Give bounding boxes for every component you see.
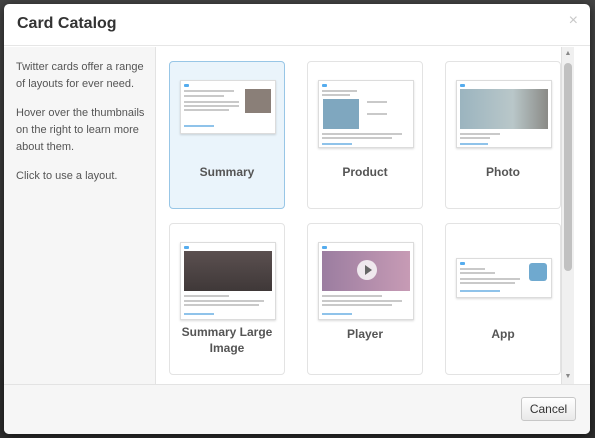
card-photo[interactable]: Photo <box>445 61 561 209</box>
card-summary-large-image[interactable]: Summary Large Image <box>169 223 285 375</box>
sidebar-hover-hint: Hover over the thumbnails on the right t… <box>16 107 145 153</box>
card-catalog-modal: Card Catalog × Twitter cards offer a ran… <box>4 4 590 434</box>
modal-title: Card Catalog <box>17 15 117 32</box>
vertical-scrollbar[interactable]: ▲ ▼ <box>561 47 574 384</box>
layout-grid: Summary Product Photo Summary Large Imag… <box>157 47 574 384</box>
card-product[interactable]: Product <box>307 61 423 209</box>
photo-thumbnail-icon <box>456 80 552 148</box>
app-thumbnail-icon <box>456 258 552 298</box>
sidebar-click-hint: Click to use a layout. <box>16 170 118 182</box>
card-summary[interactable]: Summary <box>169 61 285 209</box>
summary-large-image-thumbnail-icon <box>180 242 276 320</box>
modal-body: Twitter cards offer a range of layouts f… <box>4 47 590 384</box>
sidebar: Twitter cards offer a range of layouts f… <box>4 47 156 384</box>
close-icon[interactable]: × <box>569 12 578 30</box>
cancel-button[interactable]: Cancel <box>521 397 576 421</box>
card-product-label: Product <box>342 165 388 179</box>
summary-thumbnail-icon <box>180 80 276 134</box>
card-app[interactable]: App <box>445 223 561 375</box>
modal-header: Card Catalog × <box>4 4 590 46</box>
product-thumbnail-icon <box>318 80 414 148</box>
scroll-down-icon[interactable]: ▼ <box>562 371 574 383</box>
card-player-label: Player <box>346 327 384 341</box>
card-player[interactable]: Player <box>307 223 423 375</box>
card-app-label: App <box>491 327 515 341</box>
scrollbar-thumb[interactable] <box>564 63 572 271</box>
scroll-up-icon[interactable]: ▲ <box>562 48 574 60</box>
card-photo-label: Photo <box>486 165 520 179</box>
card-summary-large-image-label: Summary Large Image <box>181 325 273 355</box>
player-thumbnail-icon <box>318 242 414 320</box>
sidebar-intro-text: Twitter cards offer a range of layouts f… <box>16 61 144 90</box>
card-summary-label: Summary <box>199 165 255 179</box>
modal-footer: Cancel <box>4 384 590 434</box>
